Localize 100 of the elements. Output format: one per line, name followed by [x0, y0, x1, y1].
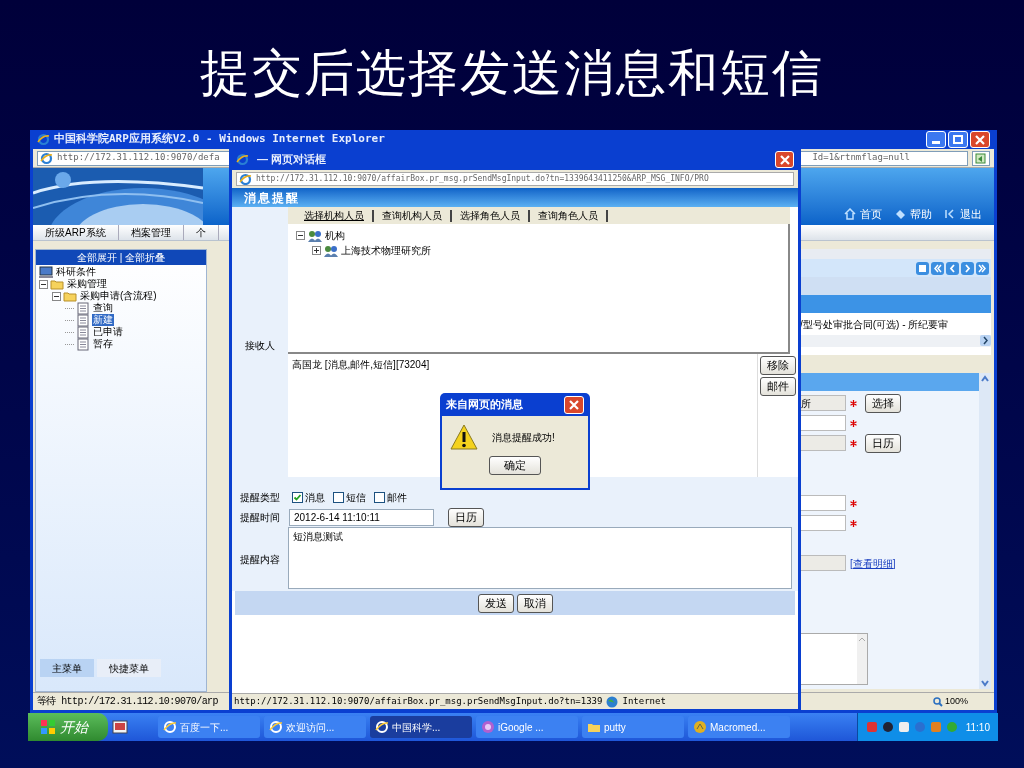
slide-title: 提交后选择发送消息和短信: [199, 48, 825, 98]
next-icon[interactable]: [961, 261, 974, 275]
browser-icon: [163, 720, 177, 734]
maximize-icon: [953, 135, 963, 144]
tree-item[interactable]: 机构: [325, 228, 345, 243]
close-icon: [779, 154, 790, 165]
checkbox[interactable]: 消息: [292, 489, 325, 505]
header-link[interactable]: 帮助: [894, 205, 932, 222]
action-button[interactable]: 发送: [477, 593, 514, 613]
taskbar-button[interactable]: iGoogle ...: [476, 716, 578, 738]
windows-logo-icon: [40, 719, 56, 735]
page-icon: [76, 313, 90, 327]
tree-item[interactable]: 新建: [92, 314, 114, 326]
content-field[interactable]: 短消息测试: [288, 527, 792, 589]
page-icon: [76, 337, 90, 351]
collapse-icon[interactable]: [52, 291, 61, 301]
field-label: 接收人: [232, 207, 288, 477]
zoom-level[interactable]: 100%: [932, 694, 968, 709]
menu-tab[interactable]: 个: [183, 225, 219, 240]
ok-button[interactable]: 确定: [489, 456, 541, 475]
menu-tab[interactable]: 档案管理: [118, 225, 184, 240]
last-page-icon[interactable]: [976, 261, 989, 275]
side-button[interactable]: 邮件: [760, 377, 796, 396]
tab[interactable]: 查询机构人员: [374, 209, 452, 222]
tray-icon: [865, 721, 878, 733]
details-link[interactable]: [查看明细]: [850, 555, 896, 571]
refresh-button[interactable]: [972, 150, 990, 166]
stop-icon[interactable]: [916, 261, 929, 275]
close-button[interactable]: [564, 395, 584, 414]
input-field[interactable]: [800, 515, 846, 531]
header-link[interactable]: 退出: [944, 205, 982, 222]
tab[interactable]: 选择机构人员: [296, 209, 374, 222]
side-button[interactable]: 移除: [760, 356, 796, 375]
alert-message: 消息提醒成功!: [492, 430, 555, 445]
collapse-icon[interactable]: [39, 279, 48, 289]
previous-icon[interactable]: [946, 261, 959, 275]
close-button[interactable]: [775, 151, 794, 168]
address-text: http://172.31.112.10:9070/defa: [57, 151, 220, 165]
app-icon: [693, 720, 707, 734]
collapse-icon[interactable]: [296, 231, 305, 240]
tree-item[interactable]: 暂存: [92, 338, 114, 350]
page-icon: [76, 301, 90, 315]
address-text: http://172.31.112.10:9070/affairBox.pr_msg.prSendMsgInput.do?tn=1339643411250&ARP_MSG_INFO/PRO: [256, 173, 709, 185]
alert-title: 来自网页的消息: [446, 397, 523, 413]
tree-item[interactable]: 上海技术物理研究所: [341, 243, 431, 258]
minimize-button[interactable]: [926, 131, 946, 148]
tray-icon: [945, 721, 958, 733]
taskbar-button[interactable]: Macromed...: [688, 716, 790, 738]
input-field[interactable]: [800, 555, 846, 571]
tag-icon: [894, 207, 906, 220]
tree-item[interactable]: 查询: [92, 302, 114, 314]
maximize-button[interactable]: [948, 131, 968, 148]
taskbar-button[interactable]: putty: [582, 716, 684, 738]
form-button[interactable]: 选择: [865, 393, 901, 413]
input-field[interactable]: [800, 415, 846, 431]
status-zone: Internet: [622, 694, 666, 708]
folder-icon: [63, 289, 77, 303]
taskbar-button[interactable]: 中国科学...: [370, 716, 472, 738]
checkbox[interactable]: 短信: [333, 489, 366, 505]
checkbox[interactable]: 邮件: [374, 489, 407, 505]
close-button[interactable]: [970, 131, 990, 148]
expand-icon[interactable]: [312, 246, 321, 255]
menu-tab[interactable]: 主菜单: [40, 659, 94, 677]
sidebar-header[interactable]: 全部展开 | 全部折叠: [36, 250, 206, 265]
tray-icon: [897, 721, 910, 733]
calendar-button[interactable]: 日历: [448, 507, 484, 527]
tray-icon: [881, 721, 894, 733]
header-link[interactable]: 首页: [844, 205, 882, 222]
recipient-text: 高国龙 [消息,邮件,短信][73204]: [292, 359, 430, 370]
action-button[interactable]: 取消: [516, 593, 553, 613]
house-icon: [844, 207, 856, 220]
back-icon: [944, 207, 956, 220]
tree-item[interactable]: 已申请: [92, 326, 124, 338]
tab[interactable]: 选择角色人员: [452, 209, 530, 222]
tab[interactable]: 查询角色人员: [530, 209, 608, 222]
input-field[interactable]: 所: [800, 395, 846, 411]
taskbar-button[interactable]: 欢迎访问...: [264, 716, 366, 738]
browser-icon: [37, 133, 50, 146]
magnifier-icon: [932, 696, 943, 707]
taskbar-button[interactable]: 百度一下...: [158, 716, 260, 738]
tree-item[interactable]: 采购管理: [66, 278, 108, 290]
menu-tab[interactable]: 快捷菜单: [97, 659, 161, 677]
menu-tab[interactable]: 所级ARP系统: [33, 225, 119, 240]
desktop-icon[interactable]: [112, 719, 128, 735]
dialog-heading: 消息提醒: [232, 188, 798, 207]
tree-item[interactable]: 采购申请(含流程): [79, 290, 158, 302]
people-icon: [308, 229, 322, 242]
browser-icon: [269, 720, 283, 734]
scroll-right-icon[interactable]: [980, 335, 991, 346]
time-field[interactable]: 2012-6-14 11:10:11: [289, 508, 434, 526]
scrollbar[interactable]: [979, 373, 991, 689]
input-field[interactable]: [800, 495, 846, 511]
first-page-icon[interactable]: [931, 261, 944, 275]
page-icon: [76, 325, 90, 339]
tree-item[interactable]: 科研条件: [55, 266, 97, 278]
minimize-icon: [932, 141, 940, 144]
form-button[interactable]: 日历: [865, 433, 901, 453]
warning-icon: [450, 424, 478, 450]
input-field[interactable]: [800, 435, 846, 451]
address-text: Id=1&rtnmflag=null: [812, 151, 910, 165]
